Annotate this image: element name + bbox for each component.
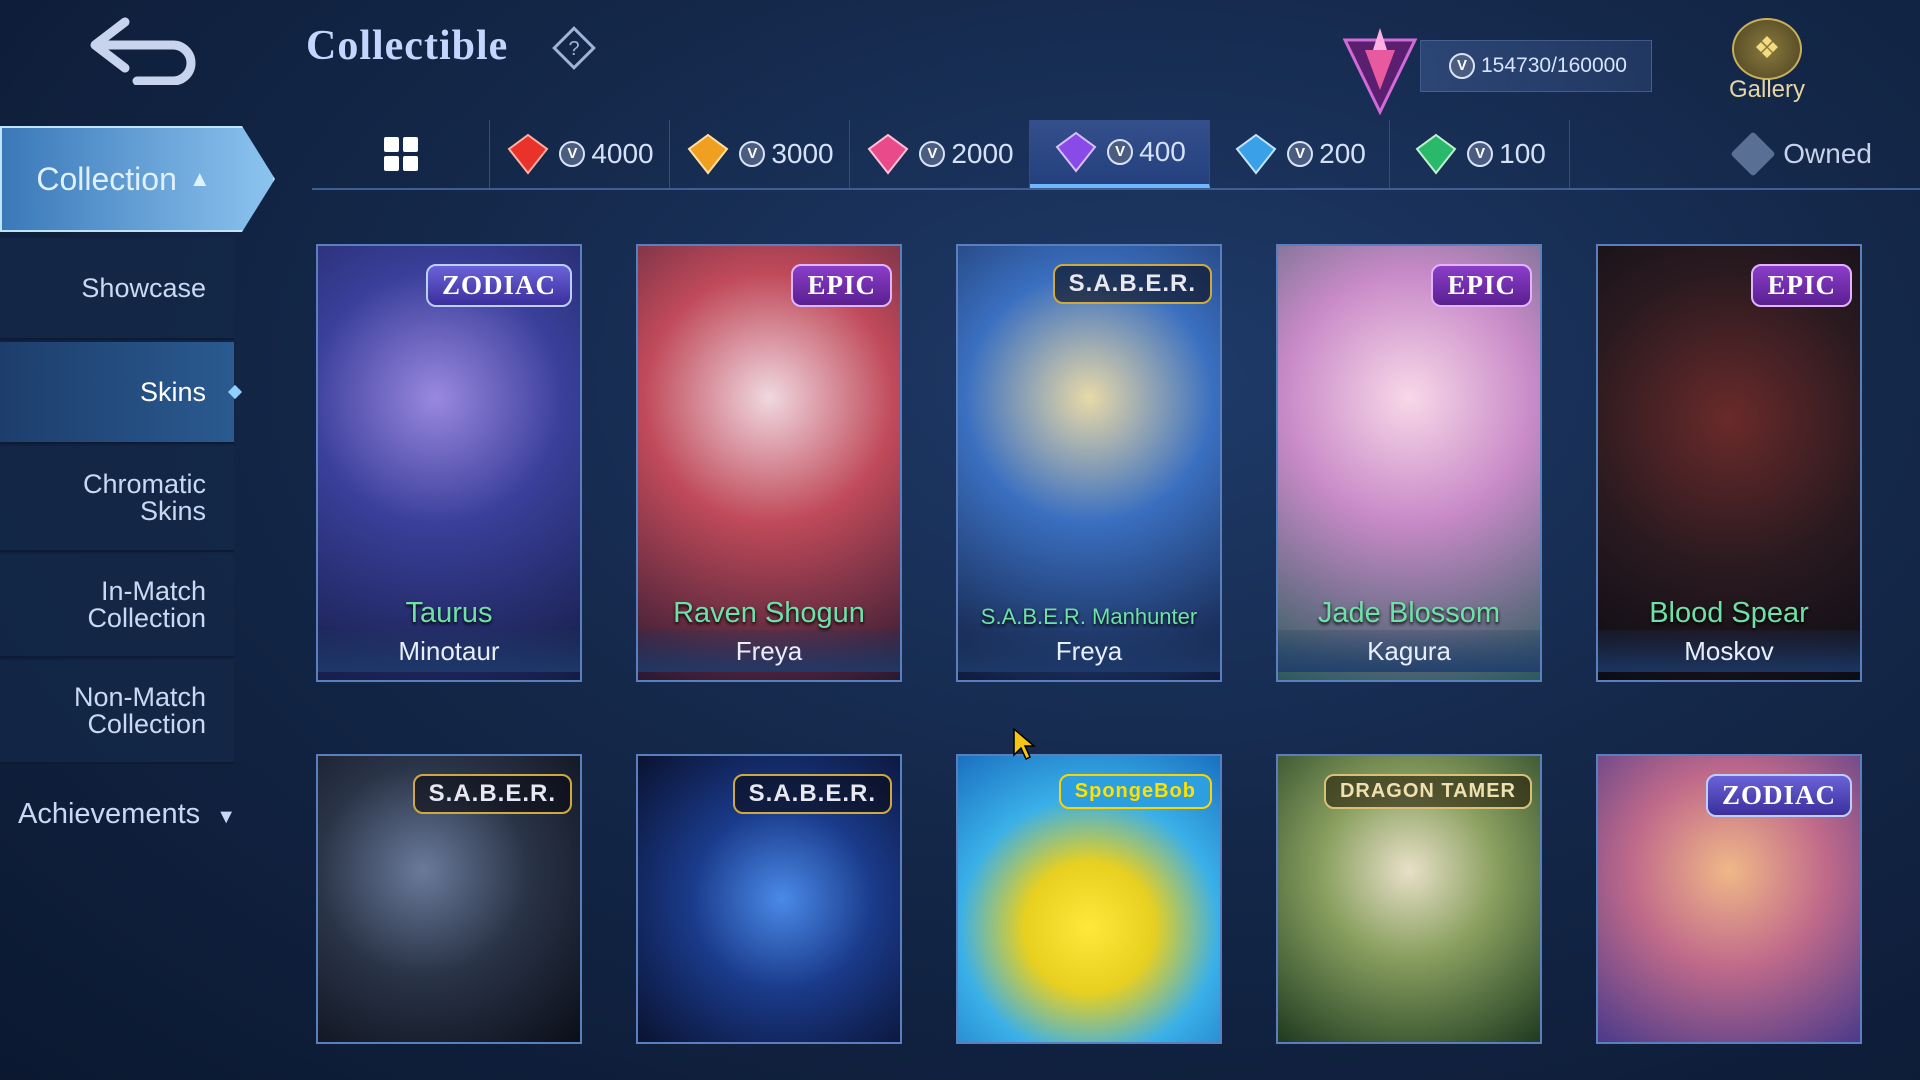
skin-card[interactable]: S.A.B.E.R. — [316, 754, 582, 1044]
card-badge: ZODIAC — [425, 264, 572, 307]
collection-label: Collection — [36, 160, 177, 197]
sidebar-item-skins[interactable]: Skins — [0, 342, 243, 444]
red-gem-icon — [507, 133, 549, 175]
owned-filter[interactable]: Owned — [1730, 120, 1872, 188]
sidebar-item-label-line2: Skins — [139, 496, 206, 526]
orange-gem-icon — [687, 133, 729, 175]
tab-4000[interactable]: V 4000 — [490, 120, 670, 188]
hero-name: Freya — [638, 630, 900, 672]
active-dot-icon — [227, 384, 243, 400]
owned-check-icon — [1730, 131, 1776, 177]
card-badge: S.A.B.E.R. — [732, 774, 892, 814]
gallery-button[interactable]: ❖ Gallery — [1716, 18, 1818, 108]
skin-card[interactable]: EPIC Jade Blossom Kagura — [1276, 244, 1542, 682]
mouse-cursor-icon — [1013, 727, 1037, 761]
sidebar-item-label-line1: Chromatic — [82, 469, 206, 499]
rank-emblem-icon — [1342, 28, 1418, 115]
skin-name: Jade Blossom — [1317, 597, 1501, 629]
gallery-label: Gallery — [1728, 76, 1806, 103]
coin-icon: V — [1467, 141, 1494, 167]
sidebar-item-label-line2: Collection — [87, 603, 206, 633]
tab-value: 4000 — [591, 138, 654, 169]
chevron-up-icon: ▲ — [188, 166, 211, 191]
page-title: Collectible — [306, 23, 509, 69]
skin-name: S.A.B.E.R. Manhunter — [980, 604, 1198, 629]
sidebar-item-label-line2: Collection — [87, 709, 206, 739]
help-icon[interactable]: ? — [552, 26, 596, 70]
sidebar-item-label: Skins — [139, 376, 206, 407]
grid-icon — [383, 137, 418, 171]
back-arrow-icon[interactable] — [85, 10, 205, 85]
hero-name: Freya — [958, 630, 1220, 672]
blue-gem-icon — [1235, 133, 1277, 175]
achievements-label: Achievements — [18, 798, 201, 830]
skin-card[interactable]: EPIC Raven Shogun Freya — [636, 244, 902, 682]
hero-name: Minotaur — [318, 630, 580, 672]
sidebar-item-label: Showcase — [81, 272, 206, 303]
card-badge: S.A.B.E.R. — [1052, 264, 1212, 304]
sidebar-item-label-line1: In-Match — [100, 576, 206, 606]
tab-100[interactable]: V 100 — [1390, 120, 1570, 188]
points-value: 154730/160000 — [1481, 54, 1627, 77]
skin-name: Raven Shogun — [673, 597, 865, 629]
hero-name: Moskov — [1598, 630, 1860, 672]
skin-card[interactable]: ZODIAC — [1596, 754, 1862, 1044]
sidebar-item-label-line1: Non-Match — [73, 682, 206, 712]
sidebar-item-chromatic-skins[interactable]: Chromatic Skins — [0, 446, 234, 552]
card-badge: EPIC — [1431, 264, 1532, 307]
coin-icon: V — [919, 141, 946, 167]
coin-icon: V — [739, 141, 766, 167]
skin-name: Blood Spear — [1649, 597, 1809, 629]
card-badge: EPIC — [791, 264, 892, 307]
tab-2000[interactable]: V 2000 — [850, 120, 1030, 188]
tab-value: 100 — [1499, 138, 1546, 169]
tab-value: 200 — [1319, 138, 1366, 169]
owned-label: Owned — [1783, 138, 1872, 169]
purple-gem-icon — [1055, 131, 1097, 173]
card-badge: SpongeBob — [1058, 774, 1212, 809]
coin-icon: V — [1287, 141, 1314, 167]
skin-card[interactable]: DRAGON TAMER — [1276, 754, 1542, 1044]
gallery-book-icon: ❖ — [1732, 18, 1802, 80]
coin-icon: V — [559, 141, 586, 167]
tab-200[interactable]: V 200 — [1210, 120, 1390, 188]
svg-text:?: ? — [568, 38, 579, 60]
tab-value: 400 — [1139, 136, 1186, 167]
tab-all[interactable] — [312, 120, 490, 188]
collection-points: V 154730/160000 — [1420, 40, 1652, 92]
tab-400[interactable]: V 400 — [1030, 120, 1210, 188]
chevron-down-icon: ▼ — [216, 806, 237, 828]
tab-value: 2000 — [951, 138, 1014, 169]
coin-icon: V — [1107, 139, 1134, 165]
skin-card[interactable]: ZODIAC Taurus Minotaur — [316, 244, 582, 682]
pink-gem-icon — [867, 133, 909, 175]
card-badge: EPIC — [1751, 264, 1852, 307]
skin-card[interactable]: S.A.B.E.R. — [636, 754, 902, 1044]
skin-card[interactable]: EPIC Blood Spear Moskov — [1596, 244, 1862, 682]
price-tabs: V 4000 V 3000 V 2000 V 400 V 200 V 100 O… — [312, 120, 1920, 190]
tab-3000[interactable]: V 3000 — [670, 120, 850, 188]
skin-name: Taurus — [405, 597, 493, 629]
sidebar-item-in-match-collection[interactable]: In-Match Collection — [0, 554, 234, 658]
green-gem-icon — [1415, 133, 1457, 175]
achievements-menu[interactable]: Achievements ▼ — [18, 798, 236, 831]
skin-card[interactable]: SpongeBob — [956, 754, 1222, 1044]
hero-name: Kagura — [1278, 630, 1540, 672]
sidebar-item-showcase[interactable]: Showcase — [0, 238, 234, 340]
skin-card[interactable]: S.A.B.E.R. S.A.B.E.R. Manhunter Freya — [956, 244, 1222, 682]
collection-tab[interactable]: Collection ▲ — [0, 126, 275, 232]
coin-icon: V — [1449, 53, 1475, 79]
card-badge: S.A.B.E.R. — [412, 774, 572, 814]
card-badge: ZODIAC — [1705, 774, 1852, 817]
tab-value: 3000 — [771, 138, 834, 169]
sidebar-item-non-match-collection[interactable]: Non-Match Collection — [0, 660, 234, 764]
card-badge: DRAGON TAMER — [1323, 774, 1532, 809]
